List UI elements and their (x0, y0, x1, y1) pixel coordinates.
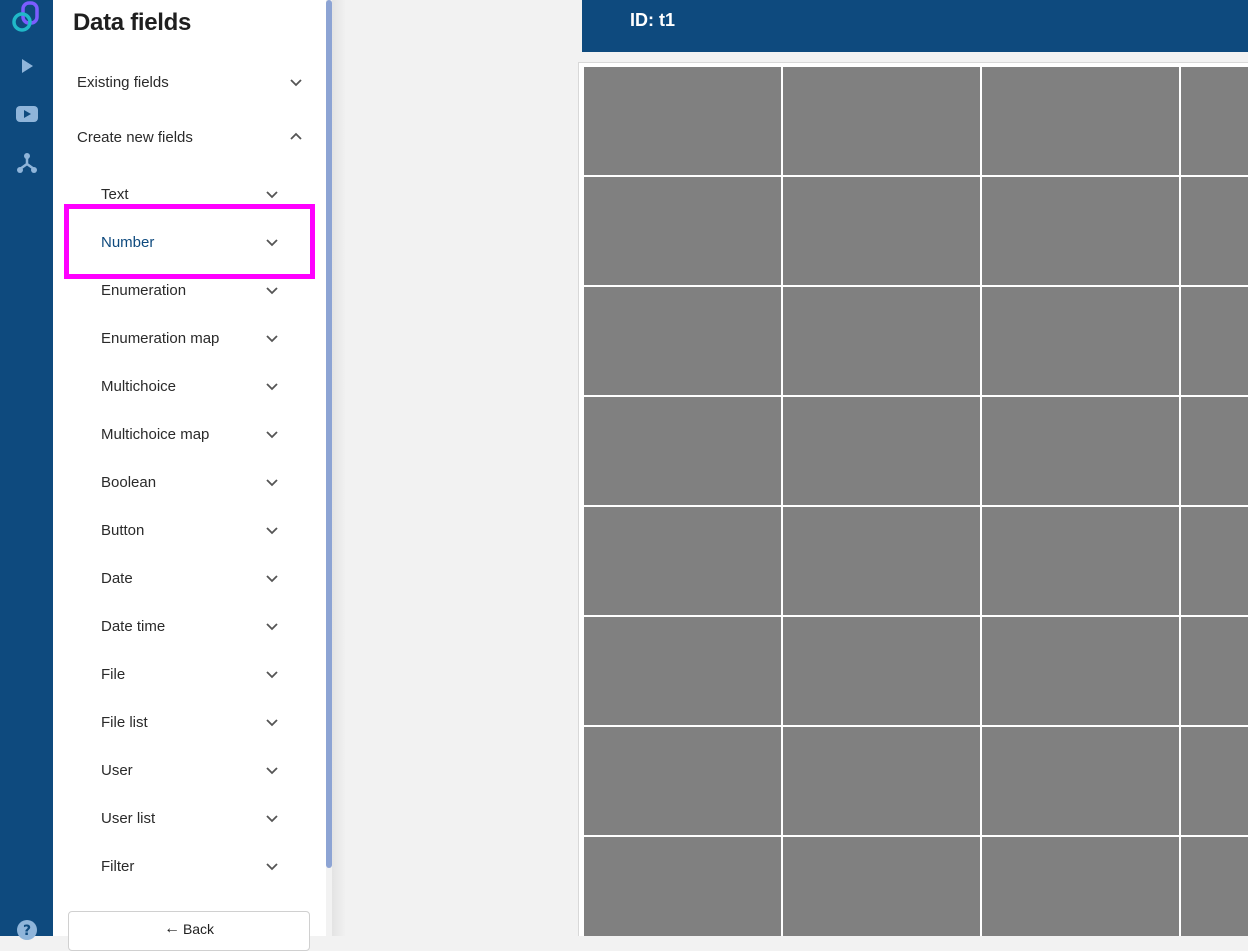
field-item-file-list[interactable]: File list (53, 698, 326, 746)
grid-cell[interactable] (584, 507, 781, 615)
svg-text:?: ? (22, 923, 30, 939)
grid-cell[interactable] (982, 397, 1179, 505)
field-item-label: User list (101, 809, 156, 827)
field-item-button[interactable]: Button (53, 506, 326, 554)
panel-divider (332, 0, 346, 936)
section-existing-fields[interactable]: Existing fields (53, 58, 326, 106)
chevron-down-icon (265, 667, 279, 681)
chevron-down-icon (265, 379, 279, 393)
grid-cell[interactable] (783, 177, 980, 285)
field-item-file[interactable]: File (53, 650, 326, 698)
grid-cell[interactable] (783, 507, 980, 615)
chevron-down-icon (265, 427, 279, 441)
tree-icon[interactable] (0, 148, 53, 178)
field-item-label: Enumeration (101, 281, 187, 299)
field-item-multichoice-map[interactable]: Multichoice map (53, 410, 326, 458)
grid-cell[interactable] (584, 727, 781, 835)
grid-cell[interactable] (982, 837, 1179, 936)
grid-cell[interactable] (783, 67, 980, 175)
chevron-down-icon (265, 475, 279, 489)
back-button-label: Back (182, 921, 215, 937)
grid-cell[interactable] (783, 287, 980, 395)
transition-header: ID: t1 (582, 0, 1248, 52)
grid-cell[interactable] (783, 617, 980, 725)
chevron-down-icon (265, 715, 279, 729)
grid-cell[interactable] (982, 617, 1179, 725)
field-item-label: Button (101, 521, 145, 539)
grid-cell[interactable] (1181, 507, 1248, 615)
field-item-label: Enumeration map (101, 329, 220, 347)
field-item-boolean[interactable]: Boolean (53, 458, 326, 506)
field-item-label: Boolean (101, 473, 157, 491)
field-item-date[interactable]: Date (53, 554, 326, 602)
chevron-down-icon (265, 235, 279, 249)
section-label: Create new fields (77, 128, 193, 146)
field-item-text[interactable]: Text (53, 170, 326, 218)
chevron-down-icon (265, 619, 279, 633)
grid-cell[interactable] (1181, 177, 1248, 285)
grid-cell[interactable] (584, 397, 781, 505)
grid-cell[interactable] (584, 67, 781, 175)
field-item-filter[interactable]: Filter (53, 842, 326, 890)
panel-title: Data fields (73, 9, 192, 36)
field-item-number[interactable]: Number (53, 218, 326, 266)
field-item-label: Date (101, 569, 133, 587)
help-icon[interactable]: ? (0, 916, 53, 944)
chevron-down-icon (265, 571, 279, 585)
field-item-enumeration[interactable]: Enumeration (53, 266, 326, 314)
field-item-label: Multichoice map (101, 425, 210, 443)
grid-cell[interactable] (1181, 837, 1248, 936)
field-item-label: Filter (101, 857, 135, 875)
grid-cell[interactable] (783, 837, 980, 936)
back-button[interactable]: ← Back (68, 911, 310, 951)
field-item-label: Date time (101, 617, 166, 635)
field-item-enumeration-map[interactable]: Enumeration map (53, 314, 326, 362)
field-item-multichoice[interactable]: Multichoice (53, 362, 326, 410)
grid-cell[interactable] (584, 837, 781, 936)
form-grid (584, 67, 1248, 936)
chevron-down-icon (265, 331, 279, 345)
chevron-down-icon (289, 75, 303, 89)
grid-cell[interactable] (982, 67, 1179, 175)
section-label: Existing fields (77, 73, 169, 91)
transition-id: ID: t1 (630, 10, 675, 30)
section-create-new-fields[interactable]: Create new fields (53, 113, 326, 161)
grid-cell[interactable] (982, 287, 1179, 395)
field-item-label: Multichoice (101, 377, 177, 395)
grid-cell[interactable] (1181, 67, 1248, 175)
grid-cell[interactable] (1181, 287, 1248, 395)
logo-icon[interactable] (0, 0, 53, 40)
grid-cell[interactable] (1181, 617, 1248, 725)
grid-cell[interactable] (783, 727, 980, 835)
grid-cell[interactable] (982, 507, 1179, 615)
nav-rail: ? (0, 0, 53, 940)
field-item-date-time[interactable]: Date time (53, 602, 326, 650)
grid-cell[interactable] (982, 177, 1179, 285)
chevron-down-icon (265, 811, 279, 825)
play-icon[interactable] (0, 52, 53, 80)
field-item-user-list[interactable]: User list (53, 794, 326, 842)
grid-cell[interactable] (584, 177, 781, 285)
chevron-up-icon (289, 130, 303, 144)
field-item-label: File (101, 665, 126, 683)
grid-cell[interactable] (982, 727, 1179, 835)
chevron-down-icon (265, 763, 279, 777)
grid-cell[interactable] (1181, 397, 1248, 505)
field-item-user[interactable]: User (53, 746, 326, 794)
chevron-down-icon (265, 859, 279, 873)
chevron-down-icon (265, 283, 279, 297)
data-fields-panel: Data fields Existing fields Create new f… (53, 0, 326, 936)
chevron-down-icon (265, 187, 279, 201)
field-item-label: Number (101, 233, 155, 251)
chevron-down-icon (265, 523, 279, 537)
field-item-label: Text (101, 185, 129, 203)
arrow-left-icon: ← (163, 920, 180, 937)
grid-cell[interactable] (1181, 727, 1248, 835)
grid-cell[interactable] (783, 397, 980, 505)
grid-cell[interactable] (584, 617, 781, 725)
video-icon[interactable] (0, 100, 53, 128)
field-item-label: User (101, 761, 133, 779)
grid-cell[interactable] (584, 287, 781, 395)
field-item-label: File list (101, 713, 148, 731)
